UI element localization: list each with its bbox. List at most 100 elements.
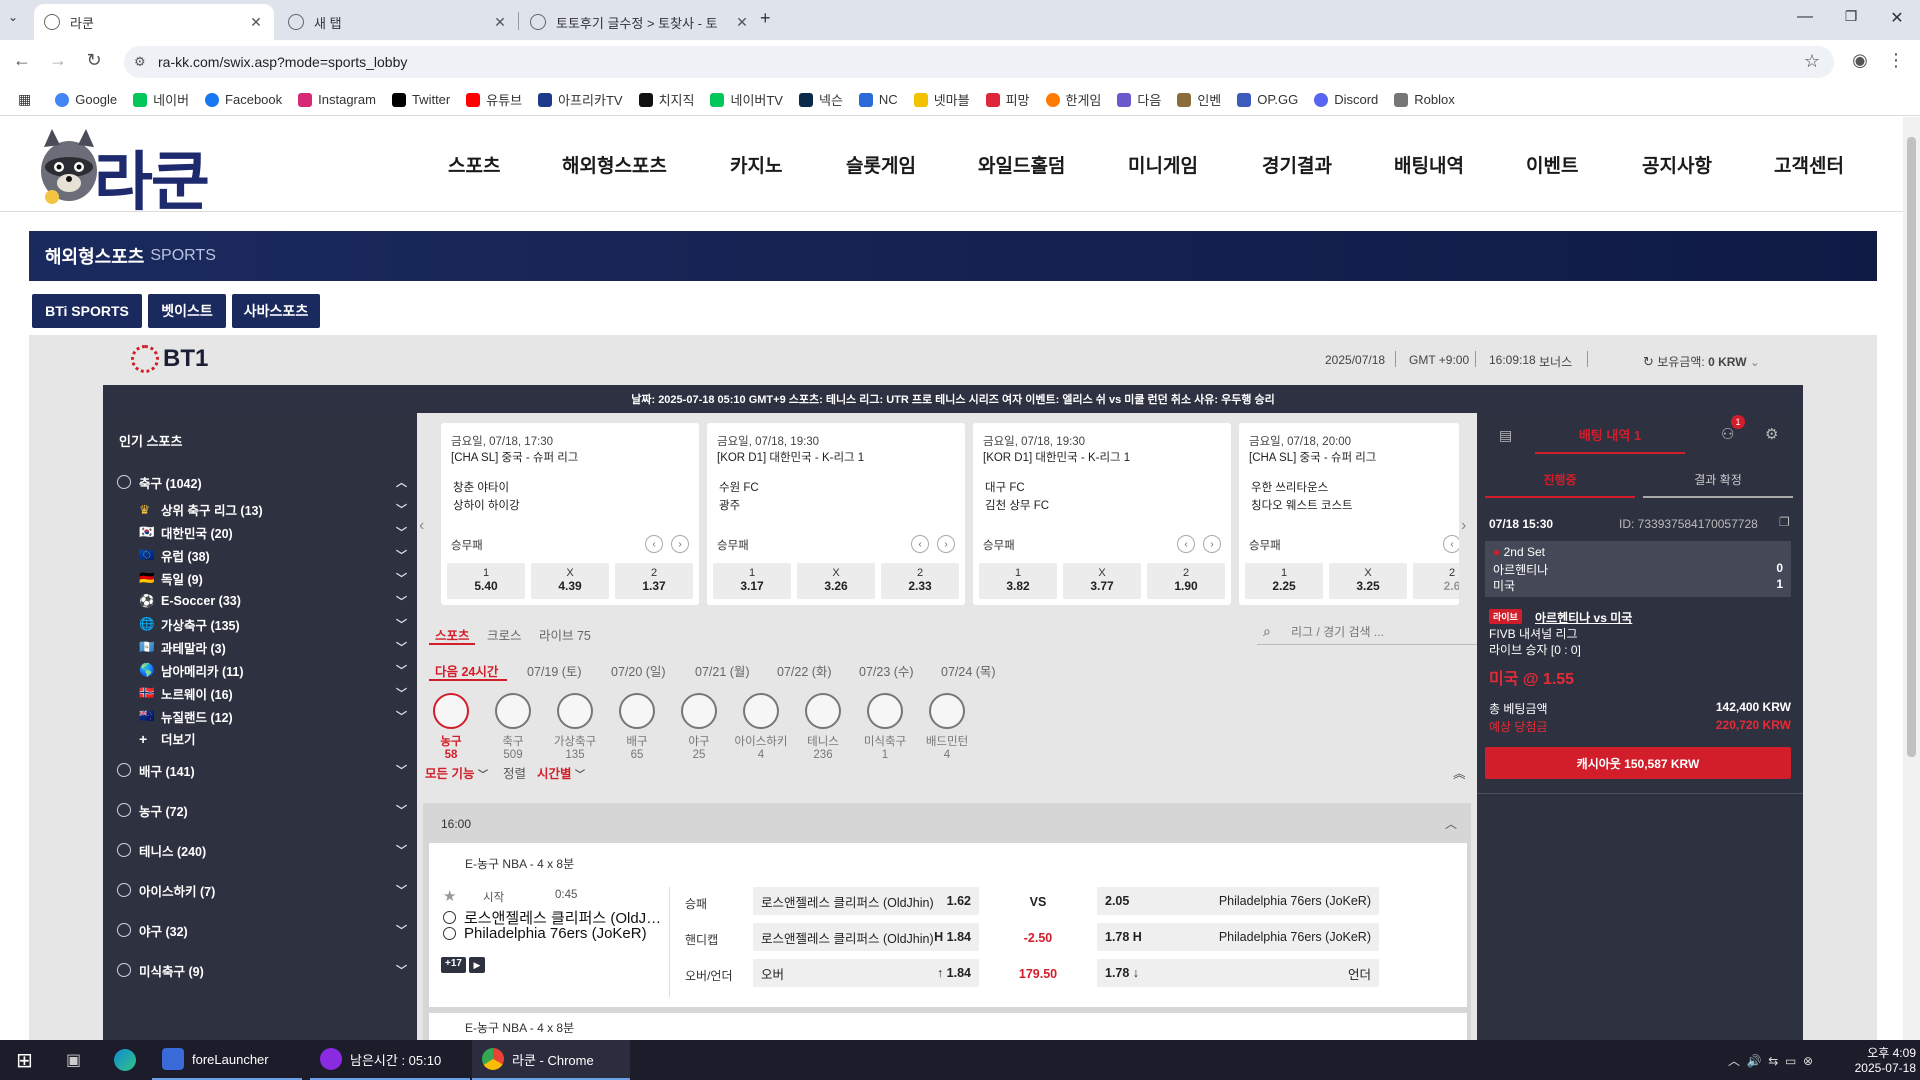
date-tab-0722[interactable]: 07/22 (화): [777, 661, 832, 680]
edge-icon[interactable]: [104, 1040, 144, 1080]
odds-left[interactable]: 로스앤젤레스 클리퍼스 (OldJhin) H 1.84: [753, 923, 979, 951]
chevron-right-icon[interactable]: ›: [1203, 535, 1221, 553]
bookmark-pmang[interactable]: 피망: [985, 90, 1030, 109]
odds-away[interactable]: 2 1.90: [1147, 563, 1225, 599]
sport-american-football[interactable]: 미식축구 1: [857, 693, 913, 761]
bookmark-chzzk[interactable]: 치지직: [638, 90, 694, 109]
nav-sports[interactable]: 스포츠: [448, 151, 500, 178]
bookmark-daum[interactable]: 다음: [1117, 90, 1161, 109]
sidebar-item-volleyball[interactable]: 배구 (141) ﹀: [117, 757, 407, 783]
close-window-icon[interactable]: ✕: [1874, 8, 1920, 28]
nav-support[interactable]: 고객센터: [1774, 151, 1844, 178]
nav-casino[interactable]: 카지노: [730, 151, 782, 178]
bookmark-nc[interactable]: NC: [858, 92, 898, 107]
receipt-icon[interactable]: ▤: [1499, 427, 1512, 444]
task-view-icon[interactable]: ▣: [56, 1040, 81, 1080]
more-markets-badge[interactable]: +17: [441, 957, 466, 973]
balance[interactable]: ↻ 보유금액: 0 KRW ⌄: [1643, 353, 1760, 370]
odds-home[interactable]: 1 5.40: [447, 563, 525, 599]
league-search-input[interactable]: ⌕ 리그 / 경기 검색 ...: [1257, 619, 1501, 645]
chevron-left-icon[interactable]: ‹: [645, 535, 663, 553]
sort-dropdown[interactable]: 시간별 ﹀: [537, 763, 585, 782]
nav-event[interactable]: 이벤트: [1526, 151, 1578, 178]
sport-virtual-soccer[interactable]: 가상축구 135: [547, 693, 603, 761]
sidebar-item-soccer[interactable]: 축구 (1042) ︿: [117, 469, 407, 495]
bookmark-naver[interactable]: 네이버: [133, 90, 189, 109]
tab-settled[interactable]: 결과 확정: [1643, 471, 1793, 498]
chevron-right-icon[interactable]: ›: [1461, 517, 1466, 535]
sport-badminton[interactable]: 배드민턴 4: [919, 693, 975, 761]
refresh-icon[interactable]: ↻: [1643, 354, 1654, 369]
sidebar-more[interactable]: + 더보기: [139, 725, 407, 751]
date-tab-0721[interactable]: 07/21 (월): [695, 661, 750, 680]
odds-right[interactable]: 2.05 Philadelphia 76ers (JoKeR): [1097, 887, 1379, 915]
bookmark-inven[interactable]: 인벤: [1177, 90, 1221, 109]
sport-tennis[interactable]: 테니스 236: [795, 693, 851, 761]
chevron-left-icon[interactable]: ‹: [1177, 535, 1195, 553]
tab-rakun[interactable]: 라쿤 ✕: [34, 4, 274, 40]
play-icon[interactable]: ▶: [469, 957, 485, 973]
date-tab-0723[interactable]: 07/23 (수): [859, 661, 914, 680]
match-card[interactable]: 금요일, 07/18, 19:30 [KOR D1] 대한민국 - K-리그 1…: [707, 423, 965, 605]
date-tab-0720[interactable]: 07/20 (일): [611, 661, 666, 680]
taskbar-chrome[interactable]: 라쿤 - Chrome: [472, 1040, 630, 1080]
sport-soccer[interactable]: 축구 509: [485, 693, 541, 761]
bookmark-discord[interactable]: Discord: [1314, 92, 1378, 107]
chevron-up-icon[interactable]: ︿: [1445, 815, 1457, 832]
tab-cross[interactable]: 크로스: [487, 625, 522, 644]
odds-draw[interactable]: X 4.39: [531, 563, 609, 599]
gear-icon[interactable]: ⚙: [1765, 425, 1778, 443]
bookmark-afreecatv[interactable]: 아프리카TV: [538, 90, 623, 109]
scrollbar-thumb[interactable]: [1907, 137, 1916, 757]
close-icon[interactable]: ✕: [734, 14, 750, 31]
site-logo[interactable]: 라쿤: [34, 127, 224, 220]
bookmark-google[interactable]: Google: [55, 92, 117, 107]
tab-in-progress[interactable]: 진행중: [1485, 471, 1635, 498]
sidebar-item-american-football[interactable]: 미식축구 (9) ﹀: [117, 957, 407, 983]
date-tab-0724[interactable]: 07/24 (목): [941, 661, 996, 680]
collapse-all-icon[interactable]: ︽: [1453, 763, 1466, 782]
forward-icon[interactable]: →: [46, 50, 70, 71]
tab-totochatsa[interactable]: 토토후기 글수정 > 토찾사 - 토 ✕: [520, 4, 760, 40]
chevron-left-icon[interactable]: ‹: [1443, 535, 1459, 553]
cashout-button[interactable]: 캐시아웃 150,587 KRW: [1485, 747, 1791, 779]
back-icon[interactable]: ←: [10, 50, 34, 71]
bookmark-facebook[interactable]: Facebook: [205, 92, 282, 107]
sidebar-item-basketball[interactable]: 농구 (72) ﹀: [117, 797, 407, 823]
sidebar-item-baseball[interactable]: 야구 (32) ﹀: [117, 917, 407, 943]
tab-new[interactable]: 새 탭 ✕: [278, 4, 518, 40]
minimize-icon[interactable]: —: [1782, 8, 1828, 26]
nav-notice[interactable]: 공지사항: [1642, 151, 1712, 178]
odds-home[interactable]: 1 3.82: [979, 563, 1057, 599]
tab-sports[interactable]: 스포츠: [435, 625, 470, 644]
apps-grid-icon[interactable]: ▦: [18, 91, 31, 108]
url-input[interactable]: ⚙ ra-kk.com/swix.asp?mode=sports_lobby ☆: [124, 46, 1834, 78]
reload-icon[interactable]: ↻: [82, 50, 106, 71]
sport-baseball[interactable]: 야구 25: [671, 693, 727, 761]
odds-away[interactable]: 2 2.6: [1413, 563, 1459, 599]
odds-draw[interactable]: X 3.25: [1329, 563, 1407, 599]
bookmark-nexon[interactable]: 넥슨: [798, 90, 843, 109]
bookmark-youtube[interactable]: 유튜브: [466, 90, 522, 109]
bet-match-link[interactable]: 아르헨티나 vs 미국: [1535, 609, 1632, 626]
chevron-left-icon[interactable]: ‹: [419, 517, 424, 535]
new-tab-button[interactable]: +: [760, 8, 771, 29]
match-card[interactable]: 금요일, 07/18, 17:30 [CHA SL] 중국 - 슈퍼 리그 창춘…: [441, 423, 699, 605]
restore-icon[interactable]: ❐: [1828, 8, 1874, 25]
chevron-left-icon[interactable]: ‹: [911, 535, 929, 553]
all-features-dropdown[interactable]: 모든 기능 ﹀: [425, 763, 488, 782]
nav-wild-holdem[interactable]: 와일드홀덤: [978, 151, 1065, 178]
date-tab-0719[interactable]: 07/19 (토): [527, 661, 582, 680]
tab-live[interactable]: 라이브 75: [539, 625, 591, 644]
bookmark-twitter[interactable]: Twitter: [391, 92, 450, 107]
bookmark-navertv[interactable]: 네이버TV: [710, 90, 783, 109]
odds-draw[interactable]: X 3.26: [797, 563, 875, 599]
profile-icon[interactable]: ◉: [1848, 50, 1872, 71]
nav-overseas-sports[interactable]: 해외형스포츠: [562, 151, 667, 178]
match-card[interactable]: 금요일, 07/18, 20:00 [CHA SL] 중국 - 슈퍼 리그 우한…: [1239, 423, 1459, 605]
odds-right[interactable]: 1.78 ↓ 언더: [1097, 959, 1379, 987]
odds-away[interactable]: 2 1.37: [615, 563, 693, 599]
odds-right[interactable]: 1.78 H Philadelphia 76ers (JoKeR): [1097, 923, 1379, 951]
sidebar-item-tennis[interactable]: 테니스 (240) ﹀: [117, 837, 407, 863]
windows-start-icon[interactable]: ⊞: [6, 1040, 33, 1080]
